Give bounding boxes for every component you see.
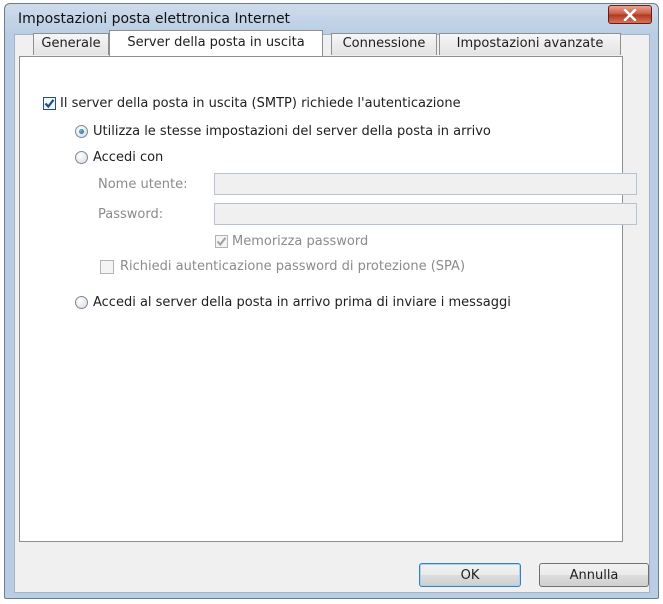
close-icon [623, 8, 637, 21]
password-label: Password: [98, 207, 164, 222]
radio-login-before-send[interactable]: Accedi al server della posta in arrivo p… [75, 295, 511, 310]
radio-selected-icon[interactable] [75, 125, 88, 138]
remember-password-label: Memorizza password [232, 234, 369, 249]
checkbox-box [100, 259, 114, 274]
checkbox-box [215, 235, 228, 248]
spa-checkbox: Richiedi autenticazione password di prot… [100, 259, 465, 274]
tab-generale[interactable]: Generale [33, 33, 109, 55]
window-title: Impostazioni posta elettronica Internet [18, 11, 291, 27]
ok-button[interactable]: OK [419, 563, 521, 587]
radio-login-before-send-label: Accedi al server della posta in arrivo p… [93, 295, 511, 310]
radio-login-with-label: Accedi con [93, 150, 164, 165]
tab-server-posta-uscita[interactable]: Server della posta in uscita [109, 30, 323, 56]
close-button[interactable] [608, 5, 652, 24]
radio-login-with[interactable]: Accedi con [75, 150, 163, 165]
tab-label: Connessione [342, 36, 426, 51]
tab-connessione[interactable]: Connessione [331, 33, 437, 55]
radio-same-settings-label: Utilizza le stesse impostazioni del serv… [93, 124, 491, 139]
radio-unselected-icon[interactable] [75, 151, 88, 164]
tab-label: Server della posta in uscita [127, 35, 305, 50]
radio-unselected-icon[interactable] [75, 296, 88, 309]
ok-button-label: OK [460, 567, 480, 583]
tab-label: Impostazioni avanzate [456, 36, 604, 51]
smtp-auth-checkbox[interactable]: Il server della posta in uscita (SMTP) r… [43, 96, 461, 111]
radio-same-settings[interactable]: Utilizza le stesse impostazioni del serv… [75, 124, 491, 139]
checkmark-icon [44, 99, 55, 109]
username-field [214, 173, 637, 195]
cancel-button[interactable]: Annulla [539, 563, 649, 587]
spa-label: Richiedi autenticazione password di prot… [120, 259, 466, 274]
username-label: Nome utente: [98, 177, 188, 192]
title-bar[interactable]: Impostazioni posta elettronica Internet [5, 4, 658, 32]
tab-label: Generale [41, 36, 101, 51]
password-field [214, 203, 637, 225]
cancel-button-label: Annulla [569, 567, 619, 583]
tab-impostazioni-avanzate[interactable]: Impostazioni avanzate [439, 33, 621, 55]
remember-password-checkbox: Memorizza password [215, 234, 368, 249]
checkbox-box[interactable] [43, 97, 56, 110]
checkmark-icon [216, 237, 227, 247]
smtp-auth-label: Il server della posta in uscita (SMTP) r… [60, 96, 461, 111]
